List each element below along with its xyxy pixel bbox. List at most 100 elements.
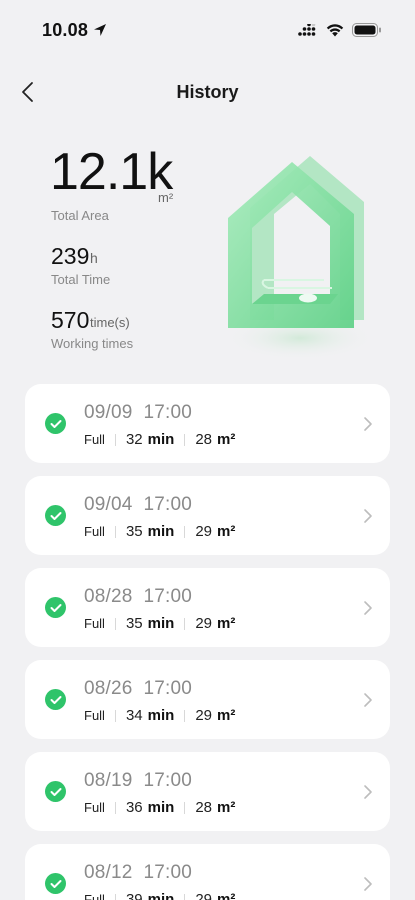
history-card[interactable]: 09/09 17:00 Full 32 min 28 m² xyxy=(25,384,390,463)
chevron-right-icon xyxy=(364,877,372,891)
divider xyxy=(114,617,116,630)
card-datetime: 08/28 17:00 xyxy=(84,586,192,608)
chevron-right-icon xyxy=(364,601,372,615)
location-arrow-icon xyxy=(94,24,106,36)
total-area-unit: m² xyxy=(158,190,174,205)
card-time: 17:00 xyxy=(143,862,193,883)
card-area-unit: m² xyxy=(217,615,236,632)
card-area: 29 xyxy=(195,615,212,632)
card-details: Full 39 min 29 m² xyxy=(84,891,235,900)
card-area-unit: m² xyxy=(217,431,236,448)
card-area-unit: m² xyxy=(217,707,236,724)
card-datetime: 08/26 17:00 xyxy=(84,678,192,700)
card-duration: 36 xyxy=(125,799,143,816)
cellular-signal-icon xyxy=(298,24,316,36)
divider xyxy=(114,893,116,900)
card-details: Full 34 min 29 m² xyxy=(84,707,235,724)
card-datetime: 09/04 17:00 xyxy=(84,494,192,516)
card-date: 08/12 xyxy=(84,862,133,883)
history-card[interactable]: 08/26 17:00 Full 34 min 29 m² xyxy=(25,660,390,739)
card-mode: Full xyxy=(84,892,105,900)
check-circle-icon xyxy=(45,505,66,526)
total-time-label: Total Time xyxy=(51,272,111,287)
card-area: 29 xyxy=(195,891,212,900)
card-time: 17:00 xyxy=(143,770,193,791)
chevron-right-icon xyxy=(364,785,372,799)
card-time: 17:00 xyxy=(143,494,193,515)
card-area: 29 xyxy=(195,707,212,724)
total-area-label: Total Area xyxy=(51,208,109,223)
divider xyxy=(184,709,186,722)
card-time: 17:00 xyxy=(143,586,193,607)
total-area-value: 12.1k xyxy=(50,143,173,201)
wifi-icon xyxy=(326,24,344,37)
chevron-right-icon xyxy=(364,417,372,431)
check-circle-icon xyxy=(45,413,66,434)
chevron-right-icon xyxy=(364,693,372,707)
chevron-right-icon xyxy=(364,509,372,523)
working-times-unit: time(s) xyxy=(90,315,130,330)
card-date: 08/26 xyxy=(84,678,133,699)
history-card[interactable]: 08/12 17:00 Full 39 min 29 m² xyxy=(25,844,390,900)
card-mode: Full xyxy=(84,524,105,539)
divider xyxy=(114,709,116,722)
card-datetime: 09/09 17:00 xyxy=(84,402,192,424)
card-area-unit: m² xyxy=(217,523,236,540)
card-duration-unit: min xyxy=(147,707,175,724)
card-date: 08/28 xyxy=(84,586,133,607)
divider xyxy=(114,433,116,446)
history-card[interactable]: 09/04 17:00 Full 35 min 29 m² xyxy=(25,476,390,555)
card-area-unit: m² xyxy=(217,799,236,816)
check-circle-icon xyxy=(45,873,66,894)
card-duration: 34 xyxy=(125,707,143,724)
card-duration-unit: min xyxy=(147,523,175,540)
card-duration: 35 xyxy=(125,523,143,540)
check-circle-icon xyxy=(45,781,66,802)
total-time-value: 239 xyxy=(51,243,90,269)
card-area: 28 xyxy=(195,799,212,816)
card-details: Full 35 min 29 m² xyxy=(84,523,235,540)
history-screen: 10.08 History 12.1k m² Total Area 239 h … xyxy=(0,0,415,900)
card-details: Full 35 min 29 m² xyxy=(84,615,235,632)
history-list: 09/09 17:00 Full 32 min 28 m² 09/04 17:00 … xyxy=(25,384,390,900)
status-bar: 10.08 xyxy=(0,0,415,60)
divider xyxy=(184,617,186,630)
divider xyxy=(184,801,186,814)
card-mode: Full xyxy=(84,432,105,447)
working-times-value: 570 xyxy=(51,307,90,333)
check-circle-icon xyxy=(45,689,66,710)
card-duration: 32 xyxy=(125,431,143,448)
divider xyxy=(114,525,116,538)
card-duration-unit: min xyxy=(147,615,175,632)
card-date: 09/09 xyxy=(84,402,133,423)
divider xyxy=(184,525,186,538)
battery-icon xyxy=(352,23,381,37)
card-mode: Full xyxy=(84,616,105,631)
card-date: 09/04 xyxy=(84,494,133,515)
card-area-unit: m² xyxy=(217,891,236,900)
card-datetime: 08/19 17:00 xyxy=(84,770,192,792)
status-time: 10.08 xyxy=(42,20,89,40)
card-duration-unit: min xyxy=(147,431,175,448)
divider xyxy=(184,433,186,446)
history-card[interactable]: 08/28 17:00 Full 35 min 29 m² xyxy=(25,568,390,647)
house-robot-illustration xyxy=(225,156,375,360)
card-area: 28 xyxy=(195,431,212,448)
card-duration: 35 xyxy=(125,615,143,632)
divider xyxy=(114,801,116,814)
card-time: 17:00 xyxy=(143,402,193,423)
card-datetime: 08/12 17:00 xyxy=(84,862,192,884)
divider xyxy=(184,893,186,900)
card-duration-unit: min xyxy=(147,891,175,900)
card-mode: Full xyxy=(84,708,105,723)
card-mode: Full xyxy=(84,800,105,815)
card-duration-unit: min xyxy=(147,799,175,816)
total-time-unit: h xyxy=(90,250,98,266)
card-duration: 39 xyxy=(125,891,143,900)
working-times-label: Working times xyxy=(51,336,134,351)
card-time: 17:00 xyxy=(143,678,193,699)
card-date: 08/19 xyxy=(84,770,133,791)
card-details: Full 36 min 28 m² xyxy=(84,799,235,816)
history-card[interactable]: 08/19 17:00 Full 36 min 28 m² xyxy=(25,752,390,831)
card-area: 29 xyxy=(195,523,212,540)
